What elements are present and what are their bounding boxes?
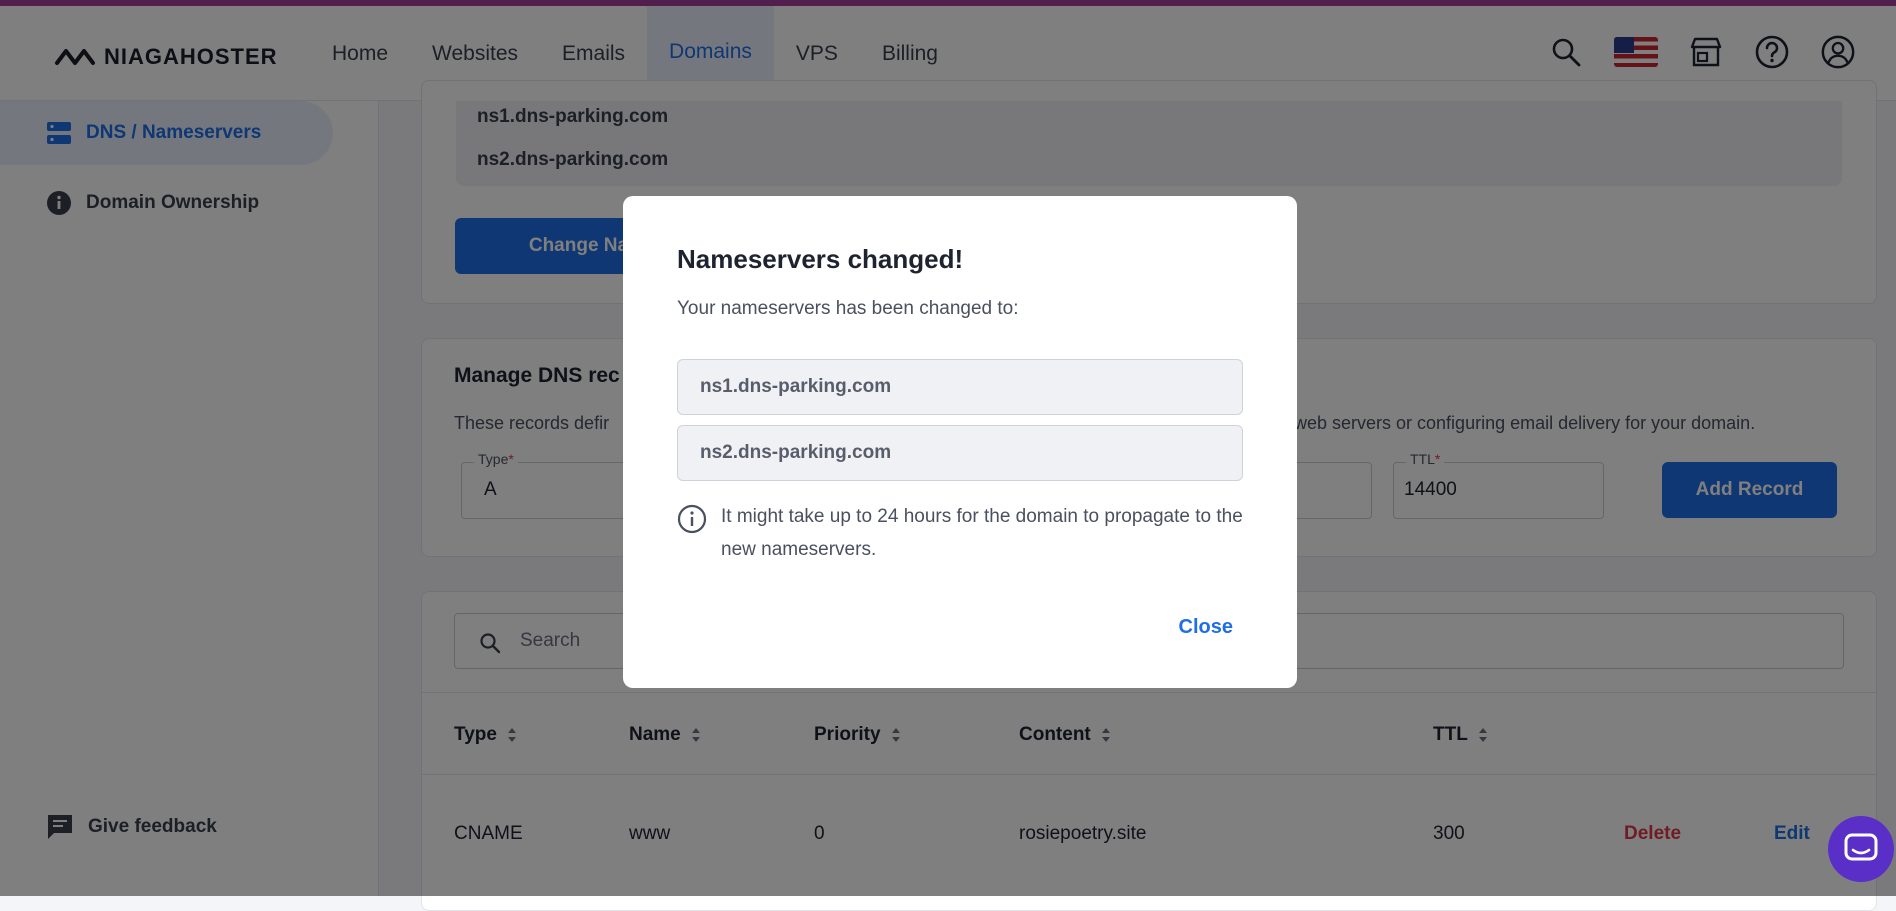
nameservers-changed-dialog: Nameservers changed! Your nameservers ha… [623,196,1297,688]
new-nameserver-2: ns2.dns-parking.com [677,425,1243,481]
chat-launcher-button[interactable] [1828,816,1894,882]
new-nameserver-1: ns1.dns-parking.com [677,359,1243,415]
chat-icon [1844,833,1878,861]
info-icon [677,504,707,534]
propagation-note: It might take up to 24 hours for the dom… [677,504,1243,566]
dialog-subtitle: Your nameservers has been changed to: [677,298,1019,319]
dialog-title: Nameservers changed! [677,244,964,274]
close-button[interactable]: Close [1179,616,1233,639]
propagation-note-text: It might take up to 24 hours for the dom… [721,506,1243,560]
